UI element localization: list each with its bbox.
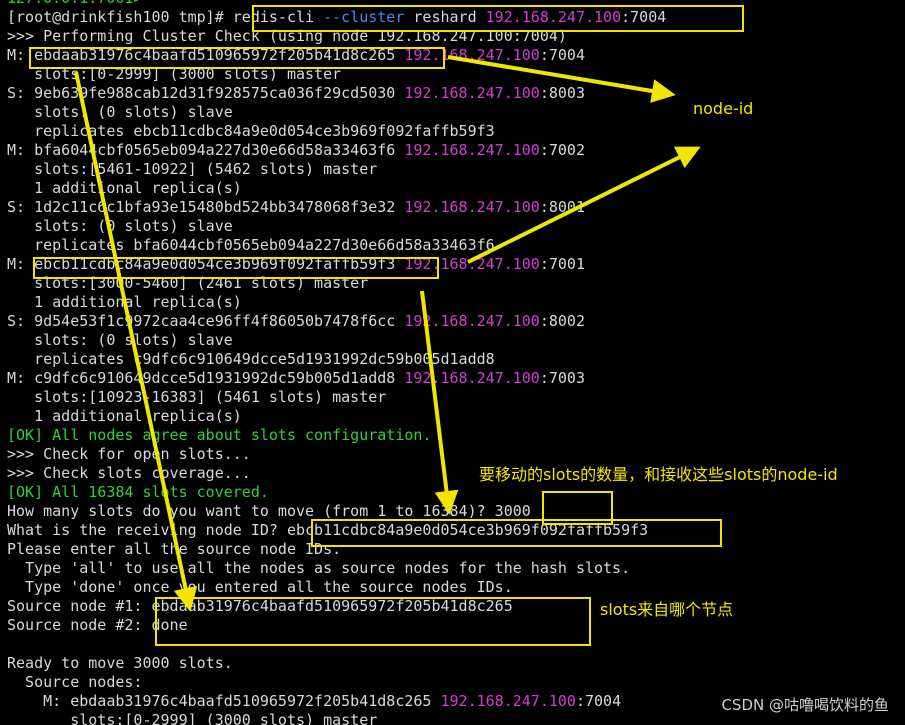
annotation-arrows: [74, 55, 701, 612]
arrow-to-source-node: [74, 71, 198, 612]
arrow-to-move-count: [420, 290, 459, 515]
csdn-watermark: CSDN @咕噜喝饮料的鱼: [721, 696, 889, 714]
node-id-annotation: node-id: [693, 99, 754, 118]
source-node-annotation: slots来自哪个节点: [600, 600, 734, 619]
arrow-to-node-id-label: [447, 55, 676, 103]
move-count-annotation: 要移动的slots的数量，和接收这些slots的node-id: [479, 465, 838, 484]
arrow-from-7001-to-node-id-label: [467, 146, 701, 264]
